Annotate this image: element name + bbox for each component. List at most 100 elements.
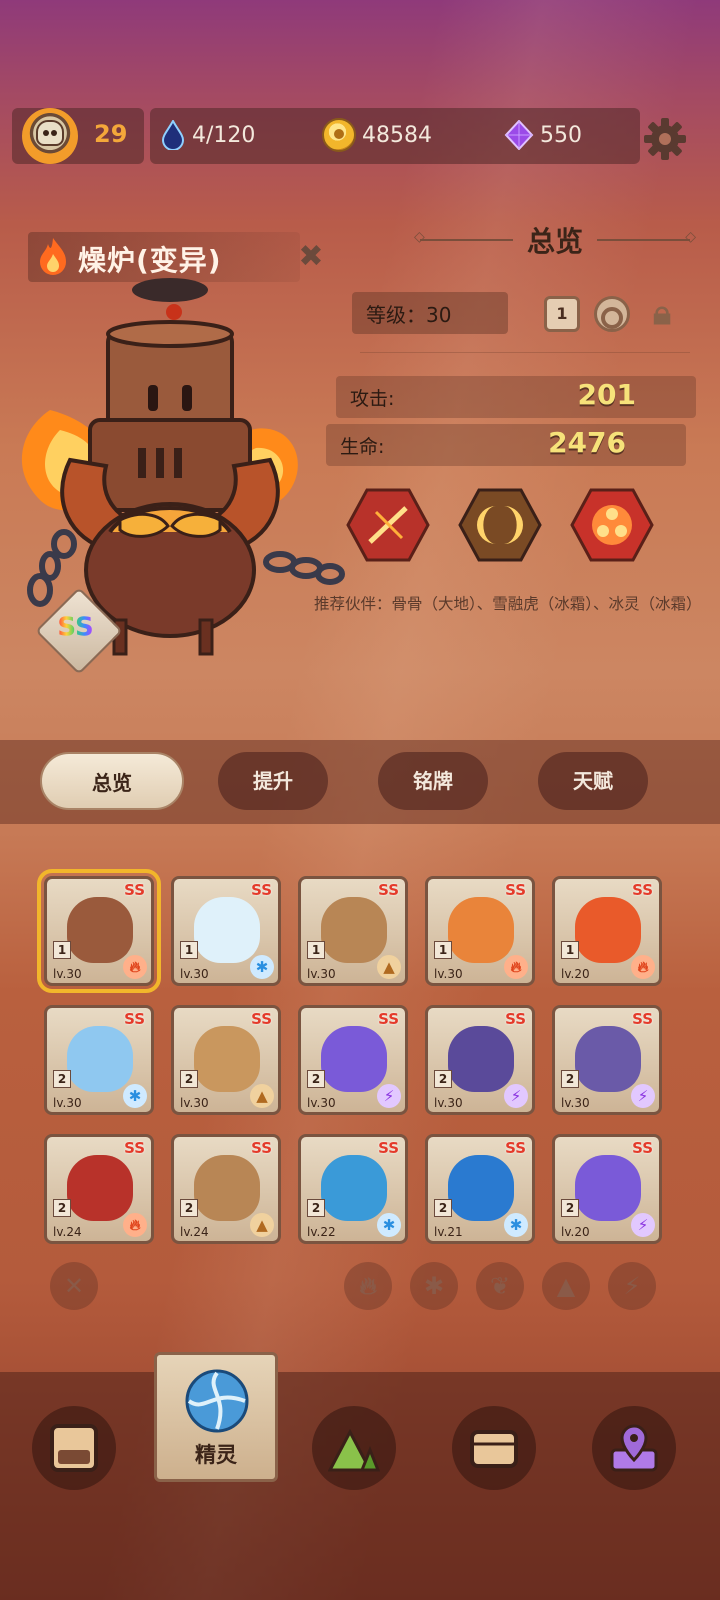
player-avatar[interactable]: [22, 108, 78, 164]
skill-slash-icon[interactable]: [346, 488, 430, 562]
gem-value: 550: [540, 122, 582, 148]
overview-title: 总览: [527, 225, 584, 258]
fire-element-icon: 🔥︎: [123, 955, 147, 979]
creature-portrait: [448, 1026, 514, 1092]
card-rarity: SS: [251, 1010, 272, 1028]
recommended-partners: 推荐伙伴：骨骨（大地）、雪融虎（冰霜）、冰灵（冰霜）: [314, 595, 702, 613]
thunder-element-icon: ⚡︎: [631, 1213, 655, 1237]
creature-portrait: [321, 897, 387, 963]
attack-stat-row: 攻击: 201: [336, 376, 696, 418]
card-rarity: SS: [378, 1139, 399, 1157]
lock-icon[interactable]: 🔒︎: [644, 296, 680, 332]
card-rarity: SS: [632, 1139, 653, 1157]
creature-card[interactable]: SS 2 lv.30 ⚡︎: [425, 1005, 535, 1115]
ice-filter-icon[interactable]: ✱: [410, 1262, 458, 1310]
creature-card[interactable]: SS 2 lv.30 ⚡︎: [552, 1005, 662, 1115]
creature-card[interactable]: SS 2 lv.22 ✱: [298, 1134, 408, 1244]
card-level: lv.30: [307, 1096, 336, 1110]
card-rarity: SS: [632, 1010, 653, 1028]
coin-counter[interactable]: 48584: [322, 118, 432, 152]
creature-card[interactable]: SS 1 lv.30 ▲: [298, 876, 408, 986]
ice-element-icon: ✱: [377, 1213, 401, 1237]
card-level: lv.30: [307, 967, 336, 981]
card-level: lv.30: [434, 967, 463, 981]
thunder-filter-icon[interactable]: ⚡︎: [608, 1262, 656, 1310]
tab-nameplate[interactable]: 铭牌: [378, 752, 488, 810]
skill-crescent-icon[interactable]: [458, 488, 542, 562]
chest-icon: [470, 1430, 518, 1468]
nav-device[interactable]: [32, 1406, 116, 1490]
player-level-panel[interactable]: 29: [12, 108, 144, 164]
creature-card[interactable]: SS 1 lv.30 🔥︎: [37, 869, 161, 993]
creature-portrait: [321, 1026, 387, 1092]
gem-icon: [504, 120, 534, 150]
rarity-label: SS: [57, 612, 94, 643]
skill-swirl-icon[interactable]: [570, 488, 654, 562]
nav-location[interactable]: [592, 1406, 676, 1490]
creature-card[interactable]: SS 2 lv.24 🔥︎: [44, 1134, 154, 1244]
card-rarity: SS: [124, 881, 145, 899]
settings-gear-icon[interactable]: [642, 116, 688, 162]
energy-counter[interactable]: 4/120: [160, 120, 255, 150]
nature-filter-icon[interactable]: ❦: [476, 1262, 524, 1310]
creature-portrait: [67, 897, 133, 963]
card-star-level: 1: [307, 941, 325, 959]
creature-card[interactable]: SS 1 lv.30 🔥︎: [425, 876, 535, 986]
creature-portrait: [194, 897, 260, 963]
creature-card[interactable]: SS 2 lv.30 ✱: [44, 1005, 154, 1115]
card-star-level: 1: [180, 941, 198, 959]
player-level: 29: [94, 120, 128, 148]
device-icon: [50, 1424, 98, 1472]
card-level: lv.21: [434, 1225, 463, 1239]
gem-counter[interactable]: 550: [504, 120, 582, 150]
creature-portrait: [575, 1026, 641, 1092]
energy-value: 4/120: [192, 122, 256, 148]
tab-talent[interactable]: 天赋: [538, 752, 648, 810]
card-rarity: SS: [505, 881, 526, 899]
card-level: lv.22: [307, 1225, 336, 1239]
card-rarity: SS: [251, 1139, 272, 1157]
creature-card[interactable]: SS 2 lv.20 ⚡︎: [552, 1134, 662, 1244]
nav-chest[interactable]: [452, 1406, 536, 1490]
tab-upgrade[interactable]: 提升: [218, 752, 328, 810]
card-rarity: SS: [251, 881, 272, 899]
card-star-level: 2: [180, 1199, 198, 1217]
creature-portrait: [67, 1155, 133, 1221]
creature-card[interactable]: SS 1 lv.20 🔥︎: [552, 876, 662, 986]
creature-card[interactable]: SS 1 lv.30 ✱: [171, 876, 281, 986]
creature-card[interactable]: SS 2 lv.24 ▲: [171, 1134, 281, 1244]
ring-icon[interactable]: [594, 296, 630, 332]
creature-portrait: [448, 1155, 514, 1221]
tab-overview[interactable]: 总览: [40, 752, 184, 810]
location-pin-icon: [610, 1424, 658, 1472]
coin-icon: [322, 118, 356, 152]
card-level: lv.20: [561, 967, 590, 981]
nav-map[interactable]: [312, 1406, 396, 1490]
card-rarity: SS: [378, 1010, 399, 1028]
card-star-level: 2: [180, 1070, 198, 1088]
rank-number-icon[interactable]: 1: [544, 296, 580, 332]
card-star-level: 2: [561, 1199, 579, 1217]
close-icon[interactable]: ✖: [296, 242, 326, 272]
earth-filter-icon[interactable]: ▲: [542, 1262, 590, 1310]
card-level: lv.30: [53, 1096, 82, 1110]
mountain-icon: [328, 1428, 380, 1472]
skill-list: [346, 488, 654, 562]
card-star-level: 2: [434, 1199, 452, 1217]
nav-spirit[interactable]: 精灵: [154, 1352, 278, 1482]
creature-portrait: [575, 1155, 641, 1221]
ice-element-icon: ✱: [250, 955, 274, 979]
fire-element-icon: 🔥︎: [504, 955, 528, 979]
bottom-navigation: 精灵: [0, 1352, 720, 1600]
ornament-right: [597, 229, 696, 245]
clear-filter-icon[interactable]: ✕: [50, 1262, 98, 1310]
creature-card[interactable]: SS 2 lv.21 ✱: [425, 1134, 535, 1244]
card-star-level: 1: [434, 941, 452, 959]
spirit-swirl-icon: [185, 1369, 249, 1433]
fire-filter-icon[interactable]: 🔥︎: [344, 1262, 392, 1310]
card-rarity: SS: [505, 1139, 526, 1157]
rank-icons: 1 🔒︎: [544, 296, 680, 332]
creature-card[interactable]: SS 2 lv.30 ⚡︎: [298, 1005, 408, 1115]
card-star-level: 2: [561, 1070, 579, 1088]
creature-card[interactable]: SS 2 lv.30 ▲: [171, 1005, 281, 1115]
